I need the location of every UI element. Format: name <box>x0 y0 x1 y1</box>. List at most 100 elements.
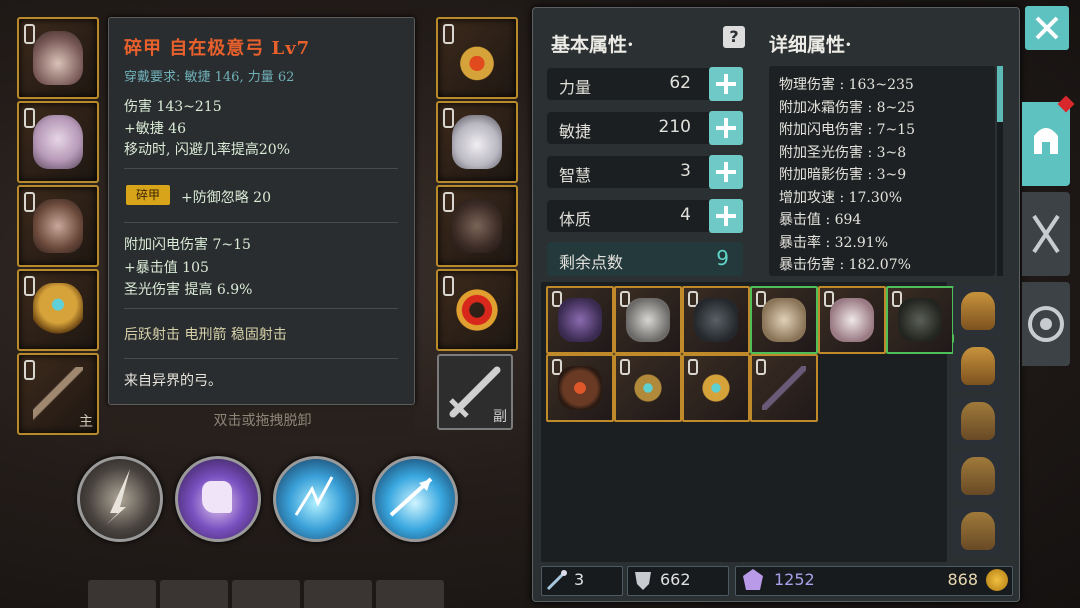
inventory-item[interactable] <box>546 286 614 354</box>
inventory-item[interactable] <box>682 286 750 354</box>
bag-slot[interactable] <box>953 286 1003 336</box>
add-strength-button[interactable] <box>709 67 743 101</box>
lightning-icon <box>294 476 334 516</box>
bag-slot[interactable] <box>953 341 1003 391</box>
bow-icon <box>33 367 83 421</box>
unequip-hint: 双击或拖拽脱卸 <box>110 405 415 437</box>
close-icon <box>1035 16 1059 40</box>
detail-line: 暴击伤害 : 182.07% <box>779 257 911 273</box>
bag-slot[interactable] <box>953 396 1003 446</box>
hood-icon <box>626 298 670 342</box>
tab-equipment[interactable] <box>1022 95 1075 186</box>
bottom-tab[interactable] <box>304 580 372 608</box>
item-stat-line: 圣光伤害 提高 6.9% <box>124 282 253 298</box>
backpack-icon <box>961 292 995 330</box>
close-button[interactable] <box>1025 6 1069 50</box>
ring-icon <box>452 283 502 337</box>
set-tag-badge: 碎甲 <box>126 185 170 205</box>
detail-line: 附加闪电伤害 : 7~15 <box>779 122 916 138</box>
stat-row-agility: 敏捷 210 <box>547 111 743 145</box>
detail-line: 暴击值 : 694 <box>779 212 862 228</box>
inventory-item[interactable] <box>614 354 682 422</box>
gauntlet-icon <box>898 298 942 342</box>
equip-slot-belt[interactable] <box>17 185 99 267</box>
defense-resource: 662 <box>627 566 729 596</box>
robe-icon <box>762 298 806 342</box>
defense-count: 662 <box>660 570 691 589</box>
inventory-item[interactable] <box>818 286 886 354</box>
add-constitution-button[interactable] <box>709 199 743 233</box>
equip-slot-gloves[interactable] <box>436 101 518 183</box>
inventory-item[interactable] <box>682 354 750 422</box>
equip-slot-amulet[interactable] <box>436 17 518 99</box>
backpack-icon <box>961 347 995 385</box>
currency-resource: 1252 868 <box>735 566 1013 596</box>
equip-slot-offhand[interactable]: 副 <box>437 354 513 430</box>
detail-line: 增加攻速 : 17.30% <box>779 190 902 206</box>
offhand-badge: 副 <box>493 409 507 425</box>
bottom-tab[interactable] <box>376 580 444 608</box>
detailed-attributes-title: 详细属性· <box>769 34 852 56</box>
item-tooltip: 碎甲 自在极意弓 Lv7 穿戴要求: 敏捷 146, 力量 62 伤害 143~… <box>108 17 415 405</box>
amulet-icon <box>452 31 502 85</box>
lock-icon <box>24 108 35 128</box>
item-requirement: 穿戴要求: 敏捷 146, 力量 62 <box>124 70 295 85</box>
stat-value: 4 <box>680 205 691 225</box>
lock-icon <box>443 192 454 212</box>
remaining-points-label: 剩余点数 <box>559 253 624 272</box>
lock-icon <box>443 276 454 296</box>
armor-icon <box>33 115 83 169</box>
belt-icon <box>33 199 83 253</box>
skill-slot-arrow[interactable] <box>77 456 163 542</box>
equip-slot-armor[interactable] <box>17 101 99 183</box>
equip-slot-ring[interactable] <box>17 269 99 351</box>
main-hand-badge: 主 <box>79 414 93 430</box>
inventory-item[interactable] <box>750 286 818 354</box>
add-wisdom-button[interactable] <box>709 155 743 189</box>
pouch-icon <box>961 457 995 495</box>
lock-icon <box>24 192 35 212</box>
detail-line: 附加暗影伤害 : 3~9 <box>779 167 907 183</box>
skill-slot-back-leap[interactable] <box>175 456 261 542</box>
stat-row-wisdom: 智慧 3 <box>547 155 743 189</box>
target-icon <box>1028 306 1064 342</box>
tab-skills[interactable] <box>1022 192 1070 276</box>
divider <box>124 308 398 309</box>
bottom-tab[interactable] <box>88 580 156 608</box>
scrollbar-thumb[interactable] <box>997 66 1003 122</box>
item-title: 碎甲 自在极意弓 Lv7 <box>124 38 311 59</box>
bag-slot[interactable] <box>953 506 1003 556</box>
wand-icon <box>546 570 567 591</box>
stat-value: 210 <box>658 117 691 137</box>
equip-slot-boots[interactable] <box>436 185 518 267</box>
equip-slot-ring-2[interactable] <box>436 269 518 351</box>
set-tag-effect: +防御忽略 20 <box>181 190 271 206</box>
inventory-item[interactable] <box>546 354 614 422</box>
detailed-attributes-list[interactable]: 物理伤害 : 163~235 附加冰霜伤害 : 8~25 附加闪电伤害 : 7~… <box>769 66 995 276</box>
bottom-tab[interactable] <box>160 580 228 608</box>
inventory-item[interactable] <box>750 354 818 422</box>
skill-slot-shock-arrow[interactable] <box>273 456 359 542</box>
skill-slot-steady-shot[interactable] <box>372 456 458 542</box>
helmet-icon <box>1034 128 1058 154</box>
bottom-tab[interactable] <box>232 580 300 608</box>
help-icon[interactable]: ? <box>723 26 745 48</box>
arrowhead-icon <box>106 469 130 525</box>
arrow-burst-icon <box>389 477 433 517</box>
stat-value: 3 <box>680 161 691 181</box>
equip-slot-main-weapon[interactable]: 主 <box>17 353 99 435</box>
bag-slot[interactable] <box>953 451 1003 501</box>
inventory-item[interactable] <box>614 286 682 354</box>
lock-icon <box>24 24 35 44</box>
inventory-item[interactable] <box>886 286 954 354</box>
tab-target[interactable] <box>1022 282 1070 366</box>
equip-slot-helmet[interactable] <box>17 17 99 99</box>
item-flavor-text: 来自异界的弓。 <box>124 373 222 389</box>
details-scrollbar[interactable] <box>997 66 1003 276</box>
detail-line: 附加冰霜伤害 : 8~25 <box>779 100 916 116</box>
shoulder-armor-icon <box>694 298 738 342</box>
add-agility-button[interactable] <box>709 111 743 145</box>
ring-icon <box>694 366 738 410</box>
stat-label: 敏捷 <box>559 122 592 141</box>
scroll-resource: 3 <box>541 566 623 596</box>
